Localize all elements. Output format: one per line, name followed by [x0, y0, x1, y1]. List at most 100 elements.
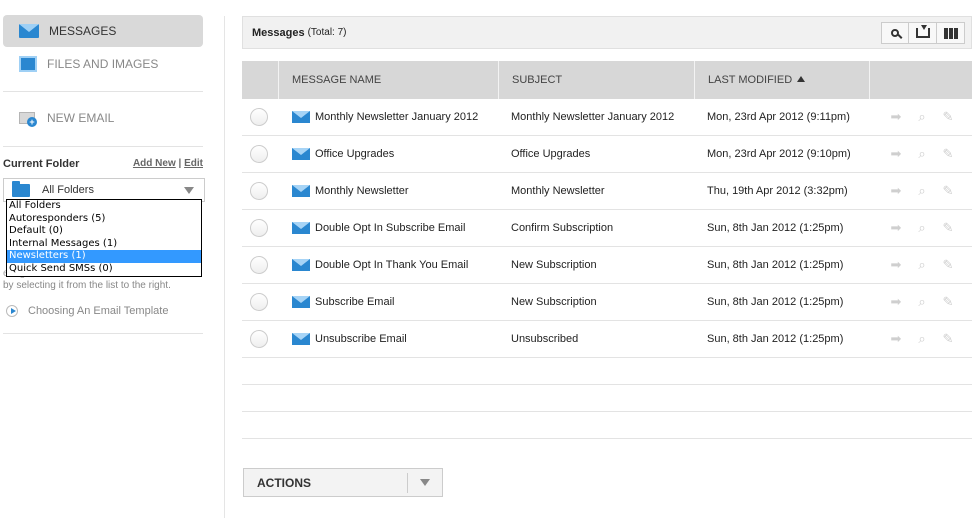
preview-icon[interactable]: ⌕ — [913, 184, 931, 198]
subject-cell: Office Upgrades — [511, 148, 591, 160]
nav-files-label: FILES AND IMAGES — [47, 57, 159, 71]
edit-pencil-icon[interactable]: ✎ — [939, 258, 957, 272]
message-name-cell: Double Opt In Thank You Email — [278, 259, 498, 271]
forward-icon[interactable]: ➡ — [887, 332, 905, 346]
edit-pencil-icon[interactable]: ✎ — [939, 332, 957, 346]
table-row[interactable]: Unsubscribe Email Unsubscribed Sun, 8th Ja… — [242, 321, 972, 358]
row-select-cell — [242, 145, 278, 163]
table-row[interactable]: Monthly Newsletter January 2012 Monthly N… — [242, 99, 972, 136]
folder-dropdown-list: All Folders Autoresponders (5) Default (0)… — [6, 199, 202, 277]
last-modified-cell: Thu, 19th Apr 2012 (3:32pm) — [707, 185, 848, 197]
nav-files-and-images[interactable]: FILES AND IMAGES — [3, 48, 203, 80]
envelope-icon — [292, 148, 310, 160]
edit-pencil-icon[interactable]: ✎ — [939, 221, 957, 235]
row-radio[interactable] — [250, 108, 268, 126]
search-button[interactable] — [881, 22, 909, 44]
table-row[interactable]: Double Opt In Thank You Email New Subscri… — [242, 247, 972, 284]
folder-option[interactable]: Internal Messages (1) — [7, 238, 201, 251]
row-radio[interactable] — [250, 256, 268, 274]
envelope-icon — [292, 296, 310, 308]
message-name-cell: Monthly Newsletter — [278, 185, 498, 197]
row-radio[interactable] — [250, 330, 268, 348]
table-row[interactable]: Office Upgrades Office Upgrades Mon, 23rd … — [242, 136, 972, 173]
new-email-icon — [19, 110, 37, 127]
divider — [3, 333, 203, 334]
empty-table-row — [242, 412, 972, 439]
envelope-icon — [292, 333, 310, 345]
current-folder-title: Current Folder — [3, 158, 80, 170]
forward-icon[interactable]: ➡ — [887, 221, 905, 235]
preview-icon[interactable]: ⌕ — [913, 295, 931, 309]
forward-icon[interactable]: ➡ — [887, 258, 905, 272]
last-modified-cell: Sun, 8th Jan 2012 (1:25pm) — [707, 296, 844, 308]
forward-icon[interactable]: ➡ — [887, 110, 905, 124]
row-actions: ➡ ⌕ ✎ — [869, 258, 972, 272]
row-select-cell — [242, 256, 278, 274]
forward-icon[interactable]: ➡ — [887, 184, 905, 198]
folder-option[interactable]: Newsletters (1) — [7, 250, 201, 263]
messages-panel-header: Messages (Total: 7) — [242, 16, 972, 49]
folder-option[interactable]: Quick Send SMSs (0) — [7, 263, 201, 276]
chevron-down-icon[interactable] — [184, 187, 194, 194]
subject-cell: Monthly Newsletter January 2012 — [511, 111, 675, 123]
table-body: Monthly Newsletter January 2012 Monthly N… — [242, 99, 972, 439]
nav-new-email[interactable]: NEW EMAIL — [3, 102, 203, 134]
preview-icon[interactable]: ⌕ — [913, 258, 931, 272]
column-header-subject[interactable]: SUBJECT — [498, 61, 694, 99]
preview-icon[interactable]: ⌕ — [913, 110, 931, 124]
row-radio[interactable] — [250, 219, 268, 237]
row-radio[interactable] — [250, 182, 268, 200]
edit-pencil-icon[interactable]: ✎ — [939, 184, 957, 198]
message-name[interactable]: Office Upgrades — [315, 148, 394, 160]
message-name[interactable]: Monthly Newsletter — [315, 185, 409, 197]
export-button[interactable] — [909, 22, 937, 44]
table-row[interactable]: Subscribe Email New Subscription Sun, 8th … — [242, 284, 972, 321]
message-name[interactable]: Unsubscribe Email — [315, 333, 407, 345]
folder-option[interactable]: All Folders — [7, 200, 201, 213]
row-radio[interactable] — [250, 145, 268, 163]
preview-icon[interactable]: ⌕ — [913, 221, 931, 235]
envelope-icon — [292, 222, 310, 234]
sidebar: MESSAGES FILES AND IMAGES NEW EMAIL Curr… — [0, 0, 210, 518]
message-name[interactable]: Double Opt In Thank You Email — [315, 259, 468, 271]
row-actions: ➡ ⌕ ✎ — [869, 295, 972, 309]
table-row[interactable]: Double Opt In Subscribe Email Confirm Sub… — [242, 210, 972, 247]
column-header-last-modified[interactable]: LAST MODIFIED — [694, 61, 869, 99]
folder-links: Add New | Edit — [133, 158, 203, 169]
row-radio[interactable] — [250, 293, 268, 311]
forward-icon[interactable]: ➡ — [887, 295, 905, 309]
preview-icon[interactable]: ⌕ — [913, 147, 931, 161]
message-name-cell: Office Upgrades — [278, 148, 498, 160]
panel-total-count: (Total: 7) — [307, 27, 347, 38]
folder-option[interactable]: Default (0) — [7, 225, 201, 238]
column-header-message-name[interactable]: MESSAGE NAME — [278, 61, 498, 99]
preview-icon[interactable]: ⌕ — [913, 332, 931, 346]
table-header: MESSAGE NAME SUBJECT LAST MODIFIED — [242, 61, 972, 99]
chevron-down-icon[interactable] — [420, 479, 430, 486]
message-name[interactable]: Double Opt In Subscribe Email — [315, 222, 465, 234]
divider — [3, 146, 203, 147]
row-select-cell — [242, 330, 278, 348]
help-link-choosing-template[interactable]: Choosing An Email Template — [6, 305, 168, 317]
sort-ascending-icon — [797, 76, 806, 82]
panel-toolbar — [881, 22, 965, 44]
edit-folder-link[interactable]: Edit — [184, 158, 203, 169]
columns-button[interactable] — [937, 22, 965, 44]
folder-option[interactable]: Autoresponders (5) — [7, 213, 201, 226]
actions-label: ACTIONS — [257, 475, 311, 490]
message-name[interactable]: Monthly Newsletter January 2012 — [315, 111, 478, 123]
add-new-folder-link[interactable]: Add New — [133, 158, 176, 169]
forward-icon[interactable]: ➡ — [887, 147, 905, 161]
search-icon — [891, 29, 899, 37]
subject-cell: New Subscription — [511, 259, 597, 271]
play-icon — [6, 305, 18, 317]
subject-cell: Monthly Newsletter — [511, 185, 605, 197]
edit-pencil-icon[interactable]: ✎ — [939, 147, 957, 161]
actions-dropdown[interactable]: ACTIONS — [243, 468, 443, 497]
edit-pencil-icon[interactable]: ✎ — [939, 295, 957, 309]
help-text: by selecting it from the list to the rig… — [3, 280, 171, 291]
message-name[interactable]: Subscribe Email — [315, 296, 394, 308]
edit-pencil-icon[interactable]: ✎ — [939, 110, 957, 124]
nav-messages[interactable]: MESSAGES — [3, 15, 203, 47]
table-row[interactable]: Monthly Newsletter Monthly Newsletter Thu,… — [242, 173, 972, 210]
